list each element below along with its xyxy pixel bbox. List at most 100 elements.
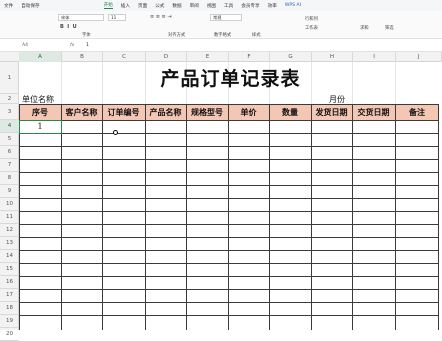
menu-bar: 文件 自动保存 开始 插入 页面 公式 数据 审阅 视图 工具 会员专享 效率 … bbox=[0, 0, 442, 11]
row-header[interactable]: 8 bbox=[0, 172, 19, 185]
sum-button[interactable]: 求和 bbox=[360, 25, 369, 31]
number-format-select[interactable]: 常规 bbox=[210, 14, 242, 21]
table-border bbox=[311, 104, 312, 330]
header-cell[interactable]: 客户名称 bbox=[61, 104, 102, 120]
menu-review[interactable]: 审阅 bbox=[190, 3, 199, 9]
row-header-bar: 1 2 3 4 5 6 7 8 9 10 11 12 13 14 15 16 1… bbox=[0, 62, 19, 341]
table-border bbox=[19, 302, 439, 303]
table-border bbox=[19, 172, 439, 173]
row-header[interactable]: 19 bbox=[0, 315, 19, 328]
table-border bbox=[145, 104, 146, 330]
row-header[interactable]: 9 bbox=[0, 185, 19, 198]
font-size-select[interactable]: 11 bbox=[108, 14, 126, 21]
table-border bbox=[19, 146, 439, 147]
header-cell[interactable]: 订单编号 bbox=[102, 104, 145, 120]
column-header[interactable]: I bbox=[353, 52, 396, 62]
menu-home[interactable]: 开始 bbox=[103, 2, 113, 9]
align-icons[interactable]: ≡ ≡ ≡ ⇥ bbox=[150, 14, 172, 20]
table-border bbox=[19, 198, 439, 199]
menu-wps-ai[interactable]: WPS AI bbox=[285, 3, 301, 8]
row-header[interactable]: 14 bbox=[0, 250, 19, 263]
header-cell[interactable]: 单价 bbox=[228, 104, 269, 120]
selected-cell-outline bbox=[19, 120, 62, 134]
ribbon: 宋体 11 B I U 字体 ≡ ≡ ≡ ⇥ 对齐方式 常规 数字格式 样式 行… bbox=[0, 11, 442, 39]
table-border bbox=[19, 185, 439, 186]
row-header[interactable]: 15 bbox=[0, 263, 19, 276]
name-box[interactable]: A4 bbox=[22, 43, 28, 48]
mouse-cursor-icon bbox=[113, 130, 118, 135]
row-header[interactable]: 10 bbox=[0, 198, 19, 211]
table-border bbox=[61, 104, 62, 330]
row-header[interactable]: 6 bbox=[0, 146, 19, 159]
formula-bar: A4 fx 1 bbox=[0, 40, 442, 52]
header-cell[interactable]: 交货日期 bbox=[352, 104, 395, 120]
menu-efficiency[interactable]: 效率 bbox=[268, 3, 277, 9]
row-header[interactable]: 16 bbox=[0, 276, 19, 289]
column-header[interactable]: A bbox=[19, 52, 62, 62]
header-cell[interactable]: 产品名称 bbox=[145, 104, 186, 120]
menu-autosave[interactable]: 自动保存 bbox=[21, 3, 39, 9]
table-border bbox=[19, 120, 439, 121]
table-border bbox=[19, 104, 439, 105]
column-header[interactable]: D bbox=[146, 52, 187, 62]
fx-icon[interactable]: fx bbox=[70, 43, 74, 48]
worksheet-button[interactable]: 工作表 bbox=[305, 25, 318, 31]
menu-file[interactable]: 文件 bbox=[4, 3, 13, 9]
header-cell[interactable]: 规格型号 bbox=[186, 104, 228, 120]
table-border bbox=[19, 159, 439, 160]
column-header[interactable]: C bbox=[103, 52, 146, 62]
table-border bbox=[438, 104, 439, 330]
header-cell[interactable]: 备注 bbox=[395, 104, 439, 120]
row-header[interactable]: 1 bbox=[0, 62, 19, 94]
sheet-grid[interactable]: 产品订单记录表 单位名称 月份 序号 客户名称 订单编号 产品名称 规格型号 单… bbox=[19, 62, 442, 330]
font-name-select[interactable]: 宋体 bbox=[58, 14, 104, 21]
header-cell[interactable]: 序号 bbox=[19, 104, 61, 120]
menu-tools[interactable]: 工具 bbox=[224, 3, 233, 9]
table-border bbox=[19, 133, 439, 134]
menu-page[interactable]: 页面 bbox=[138, 3, 147, 9]
menu-data[interactable]: 数据 bbox=[172, 3, 181, 9]
table-border bbox=[19, 224, 439, 225]
menu-insert[interactable]: 插入 bbox=[121, 3, 130, 9]
table-border bbox=[19, 315, 439, 316]
row-header[interactable]: 13 bbox=[0, 237, 19, 250]
menu-view[interactable]: 视图 bbox=[207, 3, 216, 9]
row-header[interactable]: 4 bbox=[0, 120, 19, 133]
column-header[interactable]: F bbox=[229, 52, 270, 62]
column-header-bar: A B C D E F G H I J bbox=[0, 52, 442, 62]
section-number: 数字格式 bbox=[214, 33, 232, 38]
section-font: 字体 bbox=[82, 33, 91, 38]
formula-input[interactable]: 1 bbox=[86, 43, 89, 48]
table-border bbox=[19, 211, 439, 212]
header-cell[interactable]: 发货日期 bbox=[311, 104, 352, 120]
table-border bbox=[19, 237, 439, 238]
sheet-title: 产品订单记录表 bbox=[160, 68, 301, 90]
section-style: 样式 bbox=[252, 33, 261, 38]
row-header[interactable]: 5 bbox=[0, 133, 19, 146]
row-header[interactable]: 2 bbox=[0, 94, 19, 104]
header-cell[interactable]: 数量 bbox=[269, 104, 311, 120]
column-header[interactable]: E bbox=[187, 52, 229, 62]
column-header[interactable]: H bbox=[312, 52, 353, 62]
table-border bbox=[19, 276, 439, 277]
menu-formula[interactable]: 公式 bbox=[155, 3, 164, 9]
table-border bbox=[395, 104, 396, 330]
filter-button[interactable]: 筛选 bbox=[385, 25, 394, 31]
menu-member[interactable]: 会员专享 bbox=[241, 3, 259, 9]
table-border bbox=[102, 104, 103, 330]
rows-cols-button[interactable]: 行和列 bbox=[305, 16, 318, 22]
table-border bbox=[19, 289, 439, 290]
section-align: 对齐方式 bbox=[168, 33, 186, 38]
row-header[interactable]: 3 bbox=[0, 104, 19, 120]
column-header[interactable]: B bbox=[62, 52, 103, 62]
row-header[interactable]: 11 bbox=[0, 211, 19, 224]
column-header[interactable]: G bbox=[270, 52, 312, 62]
column-header[interactable]: J bbox=[396, 52, 442, 62]
row-header[interactable]: 7 bbox=[0, 159, 19, 172]
row-header[interactable]: 18 bbox=[0, 302, 19, 315]
row-header[interactable]: 12 bbox=[0, 224, 19, 237]
bold-button[interactable]: B I U bbox=[60, 24, 77, 30]
row-header[interactable]: 17 bbox=[0, 289, 19, 302]
table-border bbox=[228, 104, 229, 330]
table-border bbox=[19, 104, 20, 330]
